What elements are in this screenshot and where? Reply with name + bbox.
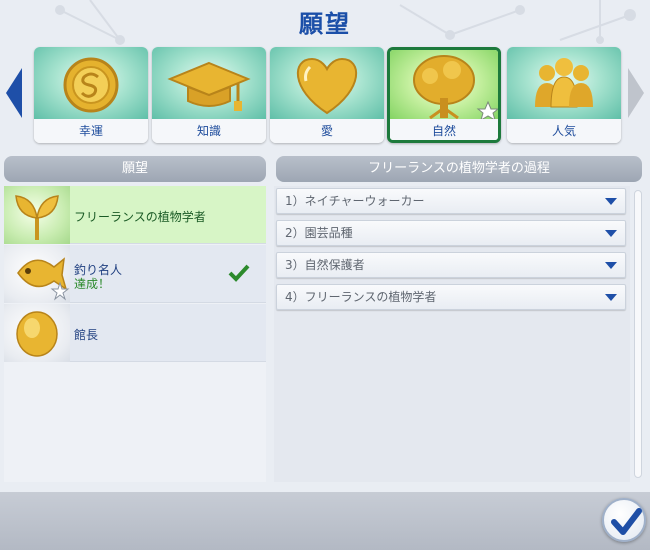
checkmark-icon [611, 508, 642, 535]
sprout-icon [15, 195, 59, 240]
category-label: 幸運 [34, 119, 148, 143]
aspiration-item-curator[interactable]: 館長 [4, 304, 266, 362]
milestone-item[interactable]: 4）フリーランスの植物学者 [276, 284, 626, 310]
people-group-icon [535, 58, 593, 108]
crystal-icon [16, 311, 58, 357]
star-outline-icon [50, 281, 70, 301]
milestone-item[interactable]: 3）自然保護者 [276, 252, 626, 278]
aspiration-status: 達成！ [74, 277, 111, 291]
category-label: 知識 [152, 119, 266, 143]
checkmark-icon [228, 264, 250, 282]
category-tile-nature[interactable]: 自然 [387, 47, 501, 143]
category-tile-fortune[interactable]: 幸運 [34, 47, 148, 143]
chevron-down-icon [605, 262, 617, 269]
chevron-down-icon [605, 198, 617, 205]
confirm-button[interactable] [602, 498, 646, 542]
category-tile-love[interactable]: 愛 [270, 47, 384, 143]
aspirations-list: フリーランスの植物学者 釣り名人 達成！ 館長 [4, 186, 266, 482]
aspirations-panel-header: 願望 [4, 156, 266, 182]
category-label: 愛 [270, 119, 384, 143]
aspiration-item-angling-ace[interactable]: 釣り名人 達成！ [4, 245, 266, 303]
bottom-bar [0, 492, 650, 550]
milestone-item[interactable]: 1）ネイチャーウォーカー [276, 188, 626, 214]
star-outline-icon [476, 100, 498, 122]
category-tile-knowledge[interactable]: 知識 [152, 47, 266, 143]
milestone-label: 2）園芸品種 [285, 226, 353, 240]
heart-icon [296, 57, 358, 115]
carousel-next-arrow-icon[interactable] [626, 66, 646, 120]
category-label: 人気 [507, 119, 621, 143]
aspiration-name: 館長 [74, 328, 99, 342]
chevron-down-icon [605, 230, 617, 237]
milestones-list: 1）ネイチャーウォーカー 2）園芸品種 3）自然保護者 4）フリーランスの植物学… [274, 186, 630, 482]
milestones-scrollbar[interactable] [632, 186, 644, 482]
gold-coin-icon [63, 57, 119, 113]
chevron-down-icon [605, 294, 617, 301]
milestone-item[interactable]: 2）園芸品種 [276, 220, 626, 246]
aspiration-name: フリーランスの植物学者 [74, 210, 206, 224]
category-tile-popularity[interactable]: 人気 [507, 47, 621, 143]
aspiration-item-freelance-botanist[interactable]: フリーランスの植物学者 [4, 186, 266, 244]
milestone-label: 3）自然保護者 [285, 258, 365, 272]
graduation-cap-icon [167, 61, 251, 111]
category-label: 自然 [390, 119, 498, 140]
page-title: 願望 [299, 10, 351, 38]
milestone-label: 1）ネイチャーウォーカー [285, 194, 425, 208]
carousel-prev-arrow-icon[interactable] [4, 66, 24, 120]
scrollbar-thumb[interactable] [634, 190, 642, 478]
milestones-panel-header: フリーランスの植物学者の過程 [276, 156, 642, 182]
milestone-label: 4）フリーランスの植物学者 [285, 290, 437, 304]
